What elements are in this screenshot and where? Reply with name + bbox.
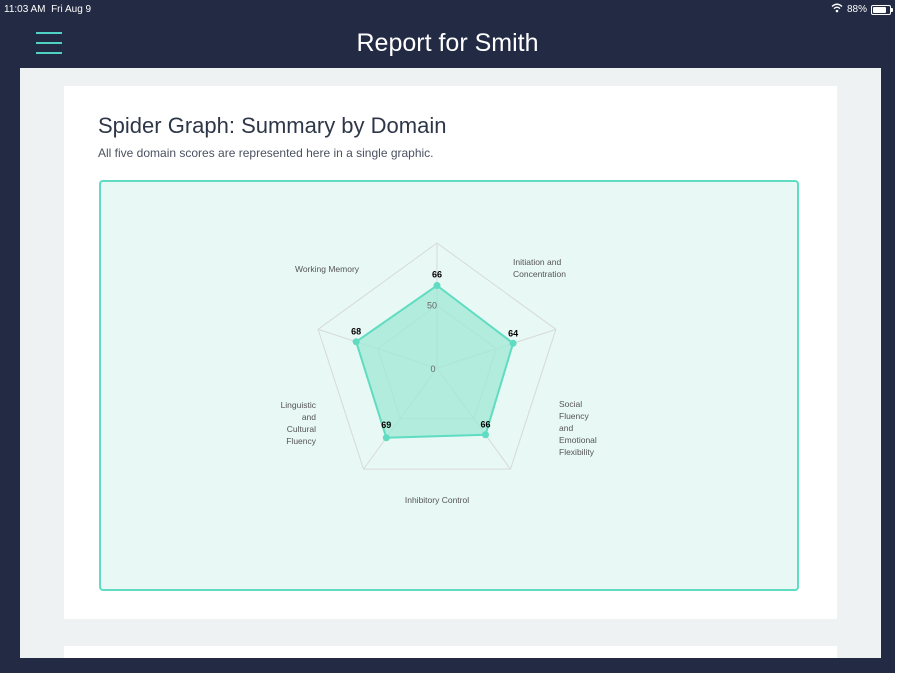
radar-category-label: Inhibitory Control xyxy=(405,495,469,505)
radar-point xyxy=(352,338,360,346)
section-subtitle: All five domain scores are represented h… xyxy=(98,146,434,160)
status-indicators: 88% xyxy=(831,3,893,16)
radar-point xyxy=(433,282,441,289)
next-card xyxy=(64,646,837,658)
radar-value-label: 64 xyxy=(508,328,518,338)
radar-point xyxy=(481,431,489,439)
radar-point xyxy=(382,434,390,442)
radar-value-label: 68 xyxy=(351,327,361,337)
wifi-icon xyxy=(831,3,843,16)
radar-category-label: Working Memory xyxy=(295,264,360,274)
page-title: Report for Smith xyxy=(356,29,539,57)
radar-category-label: Linguistic and Cultural Fluency xyxy=(281,400,317,446)
radar-value-label: 66 xyxy=(480,420,490,430)
radar-point xyxy=(509,339,517,347)
radar-category-label: Social Fluency and Emotional Flexibility xyxy=(559,399,597,457)
status-time: 11:03 AM xyxy=(4,4,46,15)
radar-value-label: 69 xyxy=(381,420,391,430)
radar-tick-label: 0 xyxy=(430,364,435,374)
radar-category-label: Initiation and Concentration xyxy=(513,257,566,279)
radar-tick-label: 50 xyxy=(427,301,437,311)
battery-icon xyxy=(871,4,893,15)
status-date: Fri Aug 9 xyxy=(51,4,92,15)
battery-percent: 88% xyxy=(846,4,867,15)
status-bar: 11:03 AM Fri Aug 9 88% xyxy=(0,0,895,20)
section-title: Spider Graph: Summary by Domain xyxy=(98,113,447,138)
radar-value-label: 66 xyxy=(432,270,442,280)
chart-container: 0 50 66 64 66 69 68 Working Memory Initiation an… xyxy=(99,180,799,591)
status-time-date: 11:03 AM Fri Aug 9 xyxy=(4,4,91,15)
navigation-bar: Report for Smith xyxy=(0,20,895,66)
radar-chart: 0 50 66 64 66 69 68 Working Memory Initiation an… xyxy=(281,242,597,505)
